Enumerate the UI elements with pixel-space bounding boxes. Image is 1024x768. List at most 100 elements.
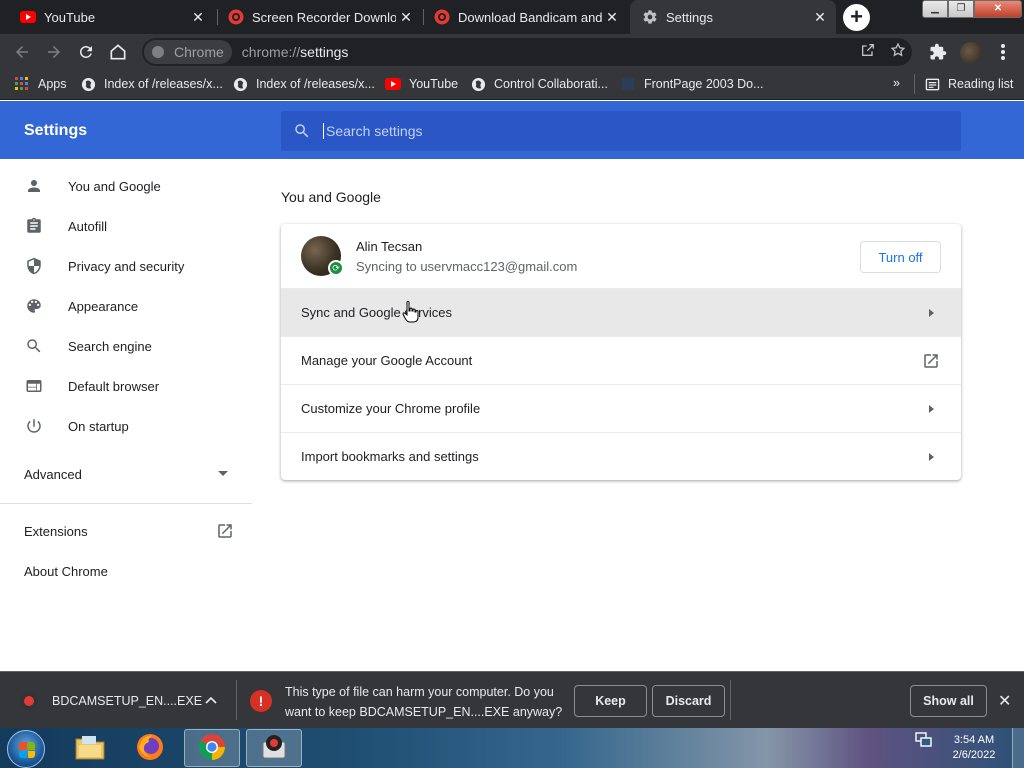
row-customize-chrome-profile[interactable]: Customize your Chrome profile: [281, 384, 961, 432]
you-and-google-card: ⟳ Alin Tecsan Syncing to uservmacc123@gm…: [281, 224, 961, 480]
download-file-name: BDCAMSETUP_EN....EXE: [52, 694, 203, 708]
close-icon[interactable]: ✕: [998, 691, 1011, 711]
sidebar-item-search-engine[interactable]: Search engine: [0, 326, 256, 366]
bookmark-control-collaboration[interactable]: Control Collaborati...: [470, 76, 608, 92]
taskbar-firefox[interactable]: [122, 729, 178, 767]
firefox-icon: [135, 732, 165, 765]
reload-icon[interactable]: [76, 42, 96, 62]
page-title: Settings: [24, 122, 88, 139]
bookmarks-overflow-chevron-icon[interactable]: »: [893, 76, 900, 90]
profile-name: Alin Tecsan: [356, 239, 423, 254]
close-icon[interactable]: ✕: [188, 9, 208, 26]
close-icon[interactable]: ✕: [602, 9, 622, 26]
shield-icon: [24, 256, 44, 276]
site-chip[interactable]: Chrome: [144, 40, 232, 64]
profile-avatar[interactable]: [960, 42, 982, 64]
sidebar: You and Google Autofill Privacy and secu…: [0, 159, 256, 671]
minimize-button[interactable]: ▁: [922, 0, 948, 18]
browser-window-icon: [24, 376, 44, 396]
download-divider: [730, 680, 731, 720]
show-desktop-button[interactable]: [1012, 728, 1024, 768]
warning-icon: !: [250, 690, 272, 712]
back-arrow-icon[interactable]: [12, 42, 32, 62]
address-bar[interactable]: Chrome chrome://settings: [142, 38, 912, 66]
taskbar-explorer[interactable]: [62, 729, 118, 767]
bookmark-star-icon[interactable]: [890, 42, 906, 61]
show-all-downloads-button[interactable]: Show all: [910, 685, 987, 717]
globe-icon: [80, 76, 96, 92]
search-icon: [24, 336, 44, 356]
bookmark-releases-2[interactable]: Index of /releases/x...: [232, 76, 375, 92]
document-icon: [620, 76, 636, 92]
row-manage-google-account[interactable]: Manage your Google Account: [281, 336, 961, 384]
row-sync-google-services[interactable]: Sync and Google services: [281, 288, 961, 336]
bookmark-youtube[interactable]: YouTube: [385, 76, 458, 92]
youtube-icon: [20, 9, 36, 25]
bandicam-installer-icon: [259, 732, 289, 765]
new-tab-button[interactable]: +: [843, 4, 870, 31]
row-import-bookmarks[interactable]: Import bookmarks and settings: [281, 432, 961, 480]
tab-settings[interactable]: Settings ✕: [630, 0, 836, 34]
keep-button[interactable]: Keep: [574, 685, 647, 717]
palette-icon: [24, 296, 44, 316]
sidebar-item-privacy[interactable]: Privacy and security: [0, 246, 256, 286]
apps-grid-icon: [14, 76, 30, 92]
section-title: You and Google: [281, 189, 381, 205]
turn-off-sync-button[interactable]: Turn off: [860, 241, 941, 273]
download-item[interactable]: BDCAMSETUP_EN....EXE: [12, 686, 202, 716]
tab-download-bandicam[interactable]: Download Bandicam and E ✕: [422, 0, 628, 34]
download-bar: BDCAMSETUP_EN....EXE ! This type of file…: [0, 671, 1024, 728]
start-button[interactable]: [7, 730, 45, 768]
window-close-button[interactable]: ✕: [974, 0, 1022, 18]
clock-date: 2/6/2022: [952, 749, 996, 761]
sidebar-item-appearance[interactable]: Appearance: [0, 286, 256, 326]
search-settings-field[interactable]: [281, 111, 961, 151]
bookmark-frontpage[interactable]: FrontPage 2003 Do...: [620, 76, 764, 92]
system-clock[interactable]: 3:54 AM 2/6/2022: [944, 733, 1004, 763]
sidebar-item-default-browser[interactable]: Default browser: [0, 366, 256, 406]
taskbar-chrome[interactable]: [184, 729, 240, 767]
share-icon[interactable]: [860, 42, 876, 61]
site-chip-label: Chrome: [174, 44, 224, 60]
search-input[interactable]: [326, 123, 926, 139]
tab-screen-recorder[interactable]: Screen Recorder Download ✕: [216, 0, 422, 34]
forward-arrow-icon[interactable]: [44, 42, 64, 62]
reading-list-button[interactable]: Reading list: [924, 76, 1013, 92]
url-text[interactable]: chrome://settings: [242, 44, 349, 60]
taskbar-bandicam[interactable]: [246, 729, 302, 767]
sidebar-item-on-startup[interactable]: On startup: [0, 406, 256, 446]
tab-youtube[interactable]: YouTube ✕: [8, 0, 214, 34]
maximize-button[interactable]: ❐: [948, 0, 974, 18]
window-controls: ▁ ❐ ✕: [922, 0, 1022, 18]
close-icon[interactable]: ✕: [810, 9, 830, 26]
sidebar-item-about-chrome[interactable]: About Chrome: [0, 551, 256, 591]
sidebar-item-autofill[interactable]: Autofill: [0, 206, 256, 246]
bookmark-apps[interactable]: Apps: [14, 76, 67, 92]
text-caret: [323, 123, 324, 139]
download-warning-text: This type of file can harm your computer…: [285, 685, 563, 719]
settings-header: Settings: [0, 101, 1024, 159]
kebab-menu-icon[interactable]: [993, 42, 1013, 62]
gear-icon: [642, 9, 658, 25]
clipboard-icon: [24, 216, 44, 236]
tab-title: Screen Recorder Download: [252, 9, 396, 25]
discard-button[interactable]: Discard: [652, 685, 725, 717]
globe-icon: [470, 76, 486, 92]
network-icon[interactable]: [915, 732, 933, 751]
home-icon[interactable]: [108, 42, 128, 62]
sidebar-divider: [0, 503, 252, 504]
toolbar: Chrome chrome://settings: [0, 34, 1024, 70]
sidebar-item-you-and-google[interactable]: You and Google: [0, 166, 256, 206]
bookmark-releases-1[interactable]: Index of /releases/x...: [80, 76, 223, 92]
sidebar-item-extensions[interactable]: Extensions: [0, 511, 256, 551]
close-icon[interactable]: ✕: [396, 9, 416, 26]
arrow-right-icon: [921, 452, 941, 461]
windows-logo-icon: [19, 742, 35, 758]
arrow-right-icon: [921, 404, 941, 413]
bookmarks-bar: Apps Index of /releases/x... Index of /r…: [0, 70, 1024, 100]
sidebar-advanced-toggle[interactable]: Advanced: [0, 454, 256, 494]
chevron-up-icon[interactable]: [205, 692, 217, 707]
tab-title: Settings: [666, 9, 713, 25]
tab-title: YouTube: [44, 9, 96, 25]
extensions-puzzle-icon[interactable]: [928, 42, 948, 62]
